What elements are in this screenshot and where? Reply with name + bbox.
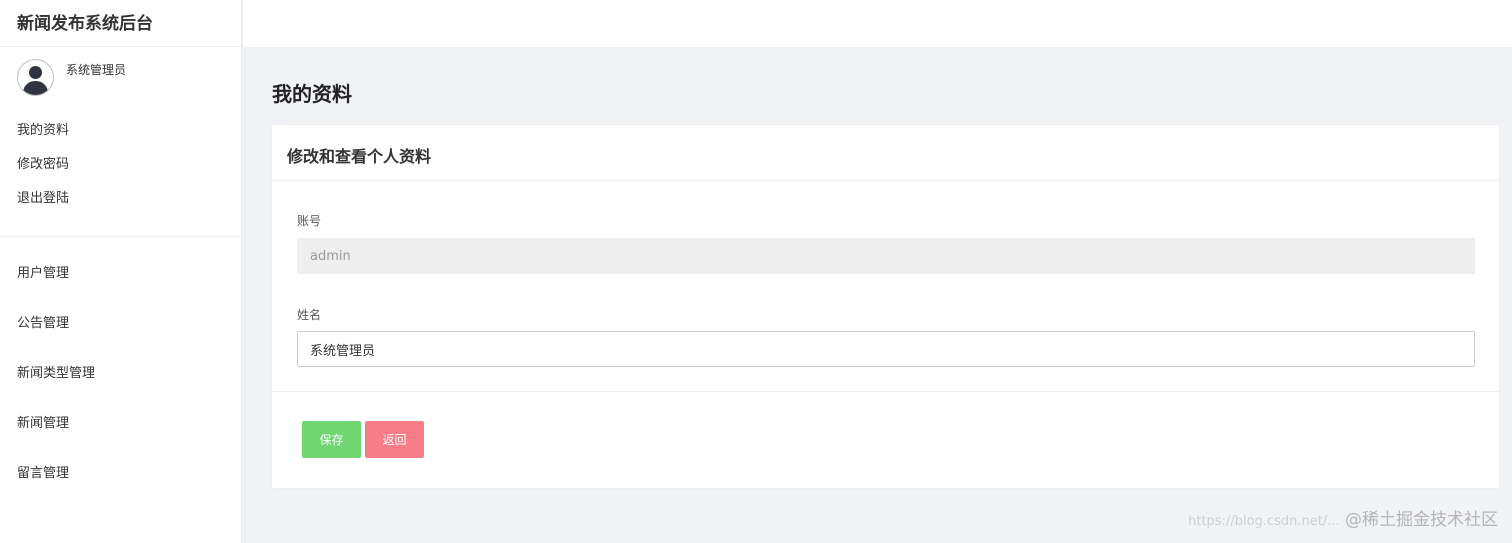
page-title: 我的资料 <box>272 82 352 106</box>
name-input[interactable] <box>297 331 1475 367</box>
user-profile-block: 系统管理员 <box>0 47 241 107</box>
back-button[interactable]: 返回 <box>365 421 424 458</box>
user-name: 系统管理员 <box>66 63 127 77</box>
management-menu: 用户管理 公告管理 新闻类型管理 新闻管理 留言管理 <box>0 266 241 516</box>
menu-item-my-profile[interactable]: 我的资料 <box>0 123 241 157</box>
account-label: 账号 <box>297 214 322 228</box>
account-input <box>297 238 1475 274</box>
account-menu: 我的资料 修改密码 退出登陆 <box>0 123 241 225</box>
app-brand-title: 新闻发布系统后台 <box>0 0 241 47</box>
menu-item-news-type-management[interactable]: 新闻类型管理 <box>0 366 241 416</box>
user-avatar-icon[interactable] <box>17 59 54 96</box>
menu-item-user-management[interactable]: 用户管理 <box>0 266 241 316</box>
save-button[interactable]: 保存 <box>302 421 361 458</box>
card-title: 修改和查看个人资料 <box>272 125 1499 181</box>
menu-item-logout[interactable]: 退出登陆 <box>0 191 241 225</box>
menu-item-news-management[interactable]: 新闻管理 <box>0 416 241 466</box>
card-footer-divider <box>272 391 1499 392</box>
profile-card: 修改和查看个人资料 账号 姓名 保存 返回 <box>272 125 1499 488</box>
sidebar-divider <box>0 236 241 237</box>
watermark-text: @稀土掘金技术社区 <box>1345 510 1498 530</box>
name-label: 姓名 <box>297 308 322 322</box>
menu-item-message-management[interactable]: 留言管理 <box>0 466 241 516</box>
sidebar: 新闻发布系统后台 系统管理员 我的资料 修改密码 退出登陆 用户管理 公告管理 … <box>0 0 242 543</box>
top-bar <box>243 0 1512 47</box>
watermark: https://blog.csdn.net/... @稀土掘金技术社区 <box>1188 505 1498 530</box>
menu-item-change-password[interactable]: 修改密码 <box>0 157 241 191</box>
menu-item-announcement-management[interactable]: 公告管理 <box>0 316 241 366</box>
watermark-url: https://blog.csdn.net/... <box>1188 514 1340 529</box>
